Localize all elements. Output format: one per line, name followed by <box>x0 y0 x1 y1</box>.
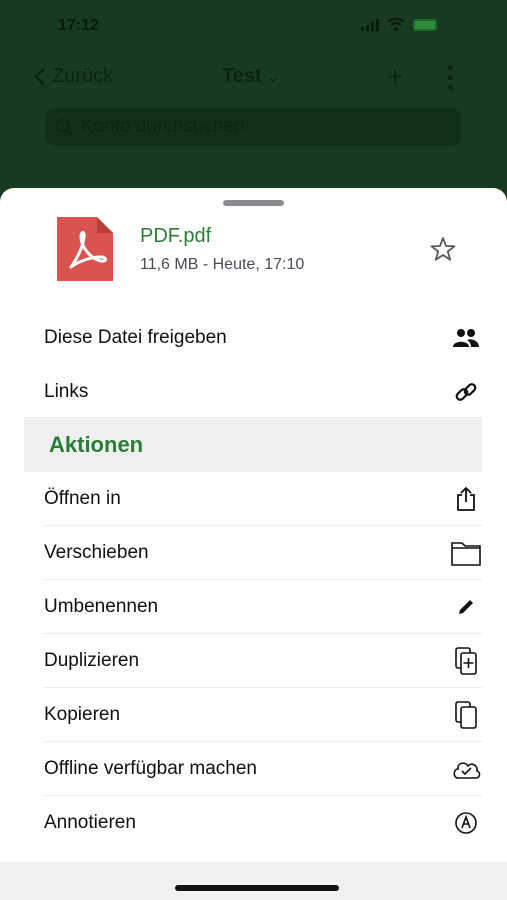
background-search-bar: Konto durchsuchen <box>45 108 461 146</box>
home-indicator[interactable] <box>175 885 339 891</box>
sheet-grabber[interactable] <box>223 200 284 206</box>
search-icon <box>55 118 73 136</box>
back-button: Zurück <box>34 65 113 88</box>
status-time: 17:12 <box>58 17 99 34</box>
duplicate-icon <box>450 645 482 677</box>
duplicate-label: Duplizieren <box>44 650 140 671</box>
share-file-label: Diese Datei freigeben <box>44 327 227 348</box>
pencil-icon <box>450 591 482 623</box>
copy-item[interactable]: Kopieren <box>44 688 482 742</box>
rename-label: Umbenennen <box>44 596 159 617</box>
pdf-file-icon <box>57 217 113 281</box>
background-nav-bar: Zurück Test ⌄ + <box>0 55 507 99</box>
rename-item[interactable]: Umbenennen <box>44 580 482 634</box>
copy-icon <box>450 699 482 731</box>
add-icon: + <box>387 61 404 92</box>
link-icon <box>450 376 482 408</box>
favorite-star-icon[interactable] <box>429 235 457 263</box>
file-name: PDF.pdf <box>140 225 212 247</box>
annotate-item[interactable]: Annotieren <box>44 796 482 850</box>
copy-label: Kopieren <box>44 704 121 725</box>
duplicate-item[interactable]: Duplizieren <box>44 634 482 688</box>
share-file-item[interactable]: Diese Datei freigeben <box>44 311 482 365</box>
actions-section-header: Aktionen <box>24 417 482 472</box>
signal-icon <box>361 18 379 31</box>
file-meta: 11,6 MB - Heute, 17:10 <box>140 256 305 273</box>
move-label: Verschieben <box>44 542 149 563</box>
wifi-icon <box>387 18 405 31</box>
nav-title-text: Test <box>222 65 262 87</box>
links-label: Links <box>44 381 89 402</box>
links-item[interactable]: Links <box>44 365 482 419</box>
folder-icon <box>450 537 482 569</box>
annotate-label: Annotieren <box>44 812 136 833</box>
sheet-bottom-band <box>0 862 507 900</box>
people-icon <box>450 322 482 354</box>
battery-charging-icon <box>413 18 437 31</box>
back-label: Zurück <box>52 65 114 87</box>
status-icons <box>361 18 437 31</box>
file-actions-sheet: PDF.pdf 11,6 MB - Heute, 17:10 Diese Dat… <box>0 188 507 900</box>
nav-title: Test ⌄ <box>222 65 279 88</box>
move-item[interactable]: Verschieben <box>44 526 482 580</box>
more-icon <box>448 65 456 90</box>
open-in-label: Öffnen in <box>44 488 121 509</box>
actions-section-title: Aktionen <box>49 431 144 457</box>
offline-item[interactable]: Offline verfügbar machen <box>44 742 482 796</box>
chevron-left-icon <box>34 67 45 86</box>
search-placeholder: Konto durchsuchen <box>81 116 245 137</box>
share-up-icon <box>450 483 482 515</box>
status-bar: 17:12 <box>0 0 507 50</box>
chevron-down-icon: ⌄ <box>267 69 279 85</box>
offline-label: Offline verfügbar machen <box>44 758 257 779</box>
open-in-item[interactable]: Öffnen in <box>44 472 482 526</box>
annotate-icon <box>450 807 482 839</box>
cloud-check-icon <box>450 753 482 785</box>
